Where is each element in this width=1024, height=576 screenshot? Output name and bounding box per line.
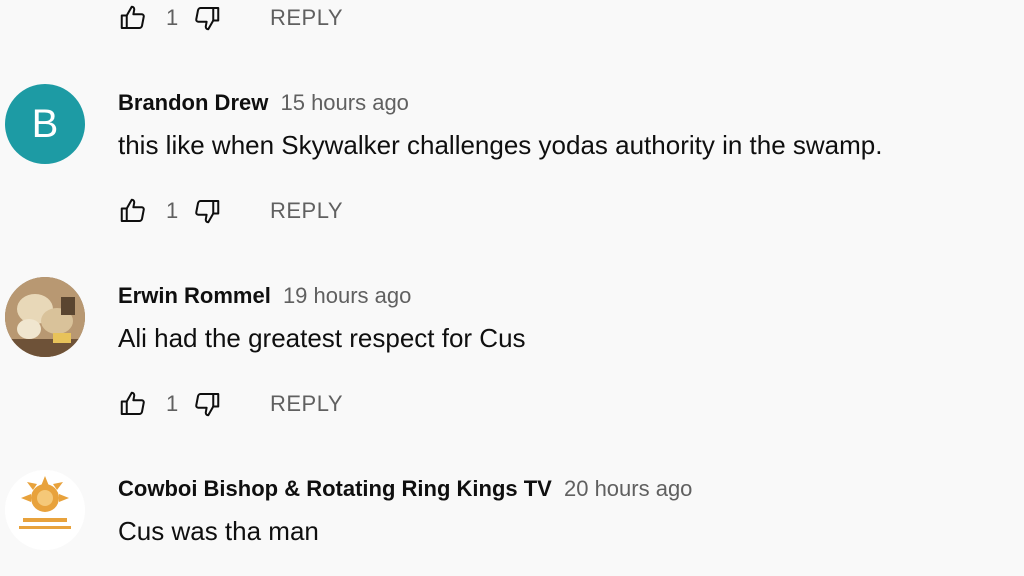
comment-text: this like when Skywalker challenges yoda… xyxy=(118,130,883,160)
lion-logo-icon xyxy=(5,470,85,550)
comment-header: Brandon Drew 15 hours ago xyxy=(118,90,409,116)
comment-timestamp[interactable]: 19 hours ago xyxy=(283,283,411,308)
thumbs-up-icon[interactable] xyxy=(118,389,148,419)
like-count: 1 xyxy=(166,198,179,223)
like-count: 1 xyxy=(166,391,179,416)
comment-text: Cus was tha man xyxy=(118,516,319,546)
thumbs-up-icon[interactable] xyxy=(118,196,148,226)
avatar[interactable] xyxy=(5,470,85,550)
reply-button[interactable]: REPLY xyxy=(270,198,343,224)
comment-actions: 1 REPLY xyxy=(118,388,343,420)
comment-timestamp[interactable]: 20 hours ago xyxy=(564,476,692,501)
comment-header: Cowboi Bishop & Rotating Ring Kings TV 2… xyxy=(118,476,692,502)
comment-author[interactable]: Cowboi Bishop & Rotating Ring Kings TV xyxy=(118,476,552,501)
thumbs-up-icon[interactable] xyxy=(118,3,148,33)
reply-button[interactable]: REPLY xyxy=(270,5,343,31)
avatar-letter: B xyxy=(31,101,59,146)
comment-text: Ali had the greatest respect for Cus xyxy=(118,323,526,353)
avatar[interactable] xyxy=(5,277,85,357)
comment-header: Erwin Rommel 19 hours ago xyxy=(118,283,411,309)
reply-button[interactable]: REPLY xyxy=(270,391,343,417)
thumbs-down-icon[interactable] xyxy=(192,3,222,33)
comment-actions-top: 1 REPLY xyxy=(118,2,343,34)
thumbs-down-icon[interactable] xyxy=(192,196,222,226)
comment-author[interactable]: Brandon Drew xyxy=(118,90,268,115)
comment-actions: 1 REPLY xyxy=(118,195,343,227)
avatar-photo xyxy=(5,277,85,357)
comments-section: 1 REPLY B Brandon Drew 15 hours ago this… xyxy=(0,0,1024,576)
avatar[interactable]: B xyxy=(5,84,85,164)
comment-timestamp[interactable]: 15 hours ago xyxy=(280,90,408,115)
comment-author[interactable]: Erwin Rommel xyxy=(118,283,271,308)
thumbs-down-icon[interactable] xyxy=(192,389,222,419)
like-count: 1 xyxy=(166,5,179,30)
